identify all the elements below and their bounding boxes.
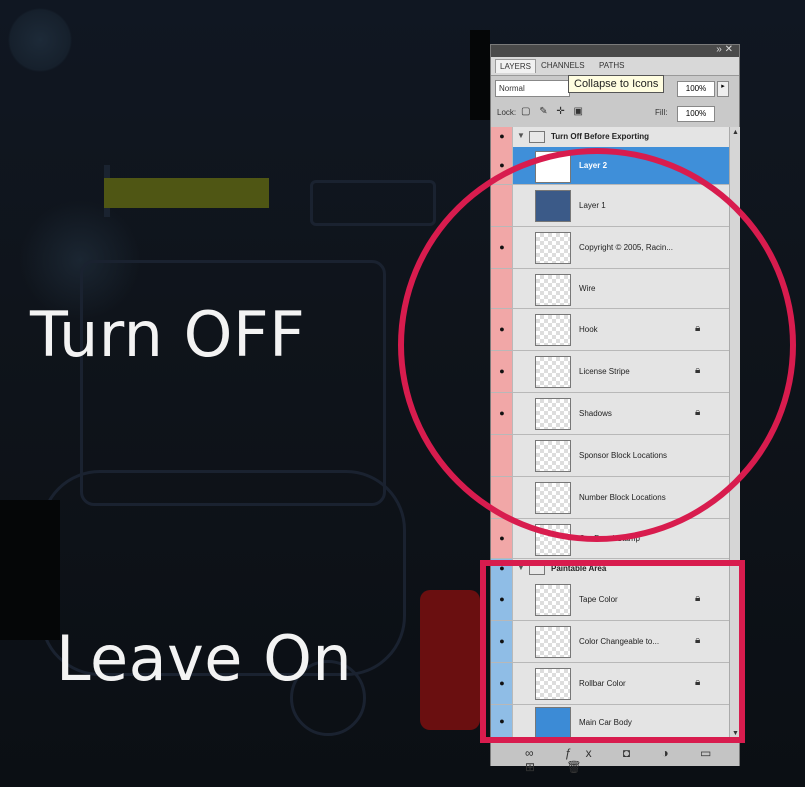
bg-dark-block [470, 30, 490, 120]
opacity-field[interactable]: 100% [677, 81, 715, 97]
visibility-toggle[interactable]: ● [491, 127, 513, 147]
layer-group-turn-off[interactable]: ● ▼ Turn Off Before Exporting [491, 127, 729, 148]
annotation-rectangle [480, 560, 745, 743]
panel-titlebar: » ✕ [491, 44, 739, 57]
lock-options-icon[interactable]: ▢ ✎ ✛ ▣ [521, 106, 586, 117]
layer-name: Turn Off Before Exporting [551, 132, 650, 141]
scroll-up-icon[interactable]: ▲ [732, 129, 739, 136]
eye-icon: ● [499, 131, 505, 141]
panel-tabs: LAYERS CHANNELS PATHS [491, 57, 739, 76]
expand-triangle-icon[interactable]: ▼ [517, 131, 525, 140]
folder-icon [529, 131, 545, 143]
bg-logo [310, 180, 436, 226]
bg-red-shape [420, 590, 480, 730]
panel-bottom-toolbar: ∞ ƒx ◘ ◑ ▭ ⊞ 🗑︎ [491, 739, 739, 774]
tooltip: Collapse to Icons [568, 75, 665, 93]
tab-paths[interactable]: PATHS [595, 59, 628, 72]
blend-mode-select[interactable]: Normal [495, 80, 570, 97]
layer-actions-icon[interactable]: ∞ ƒx ◘ ◑ ▭ ⊞ 🗑︎ [525, 746, 739, 774]
eye-icon: ● [499, 159, 505, 170]
tab-layers[interactable]: LAYERS [495, 59, 536, 73]
fill-field[interactable]: 100% [677, 106, 715, 122]
tab-channels[interactable]: CHANNELS [537, 59, 589, 72]
annotation-circle [398, 148, 796, 542]
lock-label: Lock: [497, 108, 517, 117]
bg-dark-block [0, 500, 60, 640]
visibility-toggle[interactable]: ● [491, 519, 513, 558]
turn-off-label: Turn OFF [30, 298, 306, 371]
leave-on-label: Leave On [56, 622, 353, 695]
chevron-right-icon[interactable]: ▸ [717, 81, 729, 97]
bg-stripe [104, 178, 269, 208]
eye-icon: ● [499, 532, 505, 543]
fill-label: Fill: [655, 108, 668, 117]
lock-row: Lock: ▢ ✎ ✛ ▣ Fill: 100% [491, 103, 739, 125]
close-icon[interactable]: » ✕ [716, 44, 733, 55]
